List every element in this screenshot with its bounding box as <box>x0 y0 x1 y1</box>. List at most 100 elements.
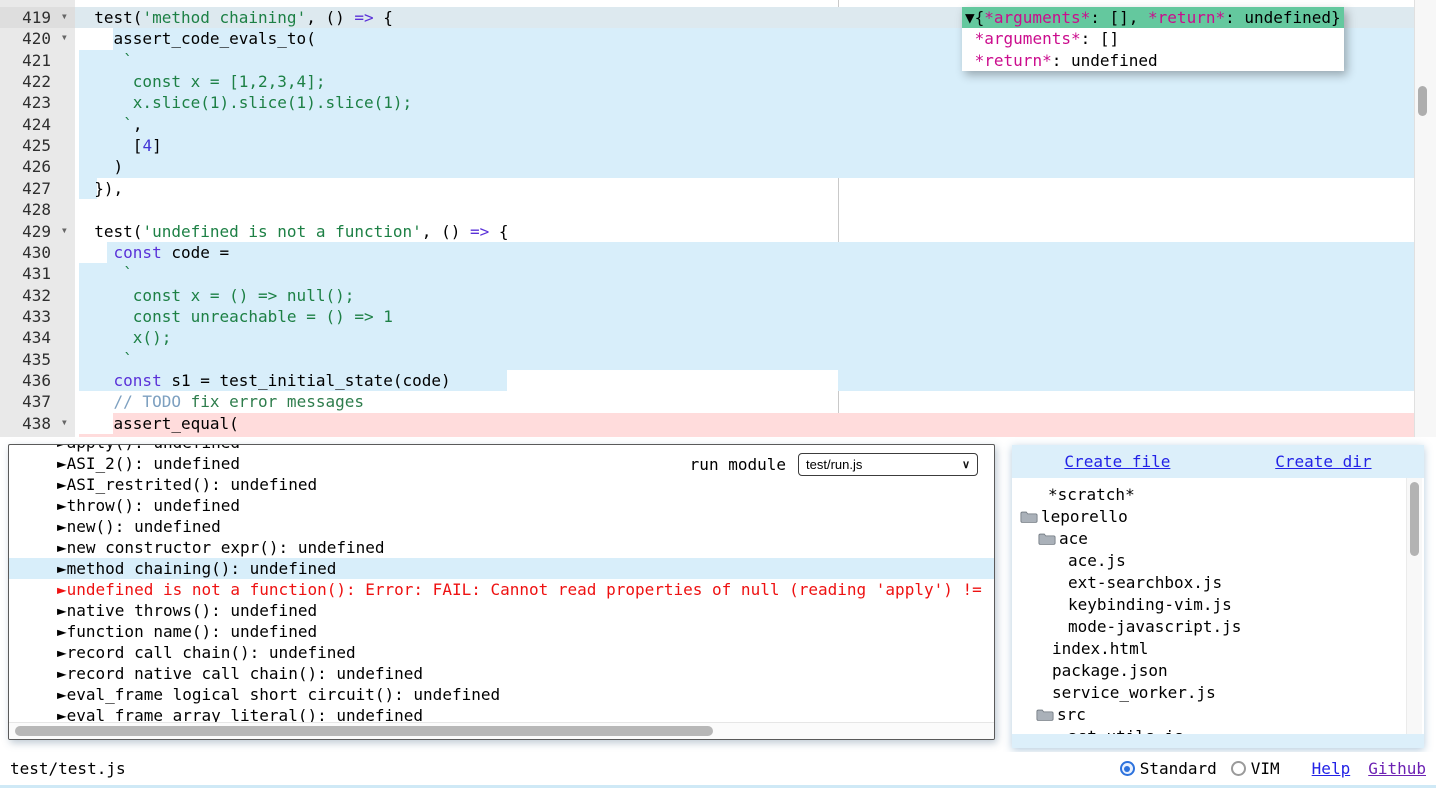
radio-label: Standard <box>1140 759 1217 778</box>
line-number: 421 <box>0 50 75 71</box>
console-log-item[interactable]: ►apply(): undefined <box>9 444 994 453</box>
file-tree-file[interactable]: mode-javascript.js <box>1012 616 1424 638</box>
line-number: 431 <box>0 263 75 284</box>
file-tree-file[interactable]: ace.js <box>1012 550 1424 572</box>
editor-scrollbar-thumb[interactable] <box>1418 86 1427 116</box>
code-line[interactable]: ` <box>75 349 133 370</box>
console-log-item[interactable]: ►method chaining(): undefined <box>9 558 994 579</box>
editor-scrollbar-track[interactable] <box>1414 0 1436 437</box>
help-link[interactable]: Help <box>1312 759 1351 778</box>
code-line[interactable]: const x = [1,2,3,4]; <box>75 71 325 92</box>
line-number: 434 <box>0 327 75 348</box>
console-log-item[interactable]: ►ASI_restrited(): undefined <box>9 474 994 495</box>
line-highlight <box>79 349 1414 370</box>
fold-arrow-icon[interactable]: ▾ <box>61 27 68 48</box>
run-module-value: test/run.js <box>806 457 862 472</box>
code-line[interactable]: const unreachable = () => 1 <box>75 306 393 327</box>
line-number: 429▾ <box>0 221 75 242</box>
console-panel[interactable]: ►apply(): undefined►ASI_2(): undefined►A… <box>8 444 995 740</box>
line-number: 428 <box>0 199 75 220</box>
line-number: 426 <box>0 156 75 177</box>
console-log-item[interactable]: ►throw(): undefined <box>9 495 994 516</box>
file-tree-folder[interactable]: src <box>1012 704 1424 726</box>
tooltip-row[interactable]: *return*: undefined <box>962 50 1344 71</box>
code-line[interactable]: `, <box>75 114 142 135</box>
line-number: 438▾ <box>0 413 75 434</box>
radio-selected-icon[interactable] <box>1120 761 1135 776</box>
code-line[interactable]: }), <box>75 178 123 199</box>
code-line[interactable]: const s1 = test_initial_state(code) <box>75 370 451 391</box>
code-line[interactable]: ` <box>75 263 133 284</box>
file-tree-file[interactable]: *scratch* <box>1012 484 1424 506</box>
file-tree-file[interactable]: package.json <box>1012 660 1424 682</box>
run-module-select[interactable]: test/run.js ∨ <box>798 453 978 476</box>
file-tree-label: mode-javascript.js <box>1068 616 1241 638</box>
file-tree-folder[interactable]: ace <box>1012 528 1424 550</box>
file-tree-label: index.html <box>1052 638 1148 660</box>
create-dir-link[interactable]: Create dir <box>1275 451 1371 473</box>
line-number: 423 <box>0 92 75 113</box>
keybinding-mode-radios: Standard VIM <box>1120 759 1294 778</box>
file-tree-file[interactable]: ast_utils.js <box>1012 726 1424 734</box>
code-line[interactable]: assert_code_evals_to( <box>75 28 316 49</box>
code-line[interactable]: test('method chaining', () => { <box>75 7 393 28</box>
file-tree-file[interactable]: keybinding-vim.js <box>1012 594 1424 616</box>
console-log-item[interactable]: ►new constructor expr(): undefined <box>9 537 994 558</box>
fold-arrow-icon[interactable]: ▾ <box>61 412 68 433</box>
file-tree-folder[interactable]: leporello <box>1012 506 1424 528</box>
code-line[interactable]: ) <box>75 156 123 177</box>
line-number: 430 <box>0 242 75 263</box>
value-inspector-tooltip[interactable]: ▼{*arguments*: [], *return*: undefined} … <box>962 7 1344 71</box>
fold-arrow-icon[interactable]: ▾ <box>61 220 68 241</box>
tooltip-row[interactable]: *arguments*: [] <box>962 28 1344 49</box>
code-line[interactable]: [4] <box>75 135 162 156</box>
code-line[interactable]: // TODO fix error messages <box>75 391 364 412</box>
fold-arrow-icon[interactable]: ▾ <box>61 6 68 27</box>
line-number: 433 <box>0 306 75 327</box>
console-output: ►apply(): undefined►ASI_2(): undefined►A… <box>9 444 994 726</box>
console-log-item[interactable]: ►function name(): undefined <box>9 621 994 642</box>
console-log-item[interactable]: ►undefined is not a function(): Error: F… <box>9 579 994 600</box>
code-line[interactable]: x(); <box>75 327 171 348</box>
file-tree-label: src <box>1057 704 1086 726</box>
create-file-link[interactable]: Create file <box>1064 451 1170 473</box>
radio-unselected-icon[interactable] <box>1231 761 1246 776</box>
file-tree-label: service_worker.js <box>1052 682 1216 704</box>
file-tree-file[interactable]: ext-searchbox.js <box>1012 572 1424 594</box>
chevron-down-icon: ∨ <box>962 458 970 471</box>
folder-icon <box>1020 510 1038 524</box>
github-link[interactable]: Github <box>1368 759 1426 778</box>
file-tree-label: ace <box>1059 528 1088 550</box>
code-line[interactable]: ` <box>75 50 133 71</box>
line-highlight <box>838 370 1414 391</box>
code-line[interactable]: test('undefined is not a function', () =… <box>75 221 509 242</box>
file-tree-label: ext-searchbox.js <box>1068 572 1222 594</box>
console-log-item[interactable]: ►record call chain(): undefined <box>9 642 994 663</box>
file-tree-label: leporello <box>1041 506 1128 528</box>
console-log-item[interactable]: ►eval_frame logical short circuit(): und… <box>9 684 994 705</box>
file-tree-panel: Create file Create dir *scratch*leporell… <box>1012 445 1424 748</box>
console-log-item[interactable]: ►native throws(): undefined <box>9 600 994 621</box>
line-highlight <box>113 413 1414 434</box>
code-line[interactable]: const code = <box>75 242 229 263</box>
console-log-item[interactable]: ►new(): undefined <box>9 516 994 537</box>
code-editor[interactable]: 419▾420▾421422423424425426427428429▾4304… <box>0 0 1436 437</box>
filetree-scrollbar-thumb[interactable] <box>1410 482 1419 556</box>
file-tree-file[interactable]: index.html <box>1012 638 1424 660</box>
keybinding-option-vim[interactable]: VIM <box>1231 759 1280 778</box>
tooltip-row[interactable]: ▼{*arguments*: [], *return*: undefined} <box>962 7 1344 28</box>
code-line[interactable]: const x = () => null(); <box>75 285 354 306</box>
code-line[interactable]: s1.calltree_node_f(...) <box>75 434 354 437</box>
radio-label: VIM <box>1251 759 1280 778</box>
file-tree-label: keybinding-vim.js <box>1068 594 1232 616</box>
console-log-item[interactable]: ►record native call chain(): undefined <box>9 663 994 684</box>
file-tree-file[interactable]: service_worker.js <box>1012 682 1424 704</box>
code-line[interactable]: assert_equal( <box>75 413 239 434</box>
status-bar: test/test.js StandardVIM HelpGithub <box>0 752 1436 785</box>
line-number: 427 <box>0 178 75 199</box>
keybinding-option-standard[interactable]: Standard <box>1120 759 1217 778</box>
console-hscrollbar-track[interactable] <box>9 722 994 739</box>
code-line[interactable]: x.slice(1).slice(1).slice(1); <box>75 92 412 113</box>
console-hscrollbar-thumb[interactable] <box>15 726 713 736</box>
folder-icon <box>1038 532 1056 546</box>
